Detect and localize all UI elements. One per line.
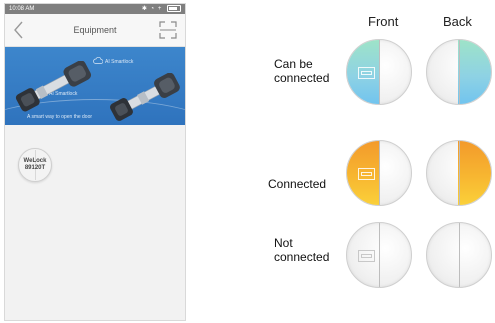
lock-window-icon [358,168,375,180]
knob-back-can-be-connected [426,39,492,105]
row-label-connected: Connected [268,177,327,191]
knob-front-not-connected [346,222,412,288]
knob-colored-half [458,40,491,104]
lock-window-icon [358,250,375,262]
knob-divider [379,141,380,205]
knob-front-can-be-connected [346,39,412,105]
battery-icon [167,4,181,12]
promo-banner[interactable]: AI Smartlock AI Smartlock A smart way to… [5,47,185,125]
column-header-front: Front [368,14,399,29]
phone-screen: 10:08 AM ✱ ◔ + Equipment AI Smartlock AI… [4,3,186,321]
wifi-icon: ◔ [150,6,156,12]
status-icons: ✱ ◔ + [142,4,181,14]
device-name: WeLock 89120T [23,158,47,171]
status-time: 10:08 AM [9,6,35,12]
knob-front-connected [346,140,412,206]
smartlock-image-right [110,73,180,121]
row-label-can-be-connected: Can be connected [274,57,330,85]
column-header-back: Back [443,14,472,29]
knob-divider [459,40,460,104]
knob-colored-half [458,141,491,205]
knob-divider [459,141,460,205]
page-title: Equipment [73,25,117,35]
banner-slogan: A smart way to open the door [27,114,93,120]
smartlock-image-left [15,61,92,112]
status-bar: 10:08 AM ✱ ◔ + [5,4,185,14]
knob-divider [459,223,460,287]
knob-back-connected [426,140,492,206]
bluetooth-icon: ✱ [141,6,148,12]
banner-label-top: AI Smartlock [105,59,134,65]
knob-divider [379,223,380,287]
scan-icon[interactable] [159,21,177,39]
knob-back-not-connected [426,222,492,288]
charging-icon: + [157,6,163,12]
nav-bar: Equipment [5,14,185,47]
knob-divider [379,40,380,104]
lock-window-icon [358,67,375,79]
row-label-not-connected: Not connected [274,236,330,264]
device-welock[interactable]: WeLock 89120T [18,148,52,182]
